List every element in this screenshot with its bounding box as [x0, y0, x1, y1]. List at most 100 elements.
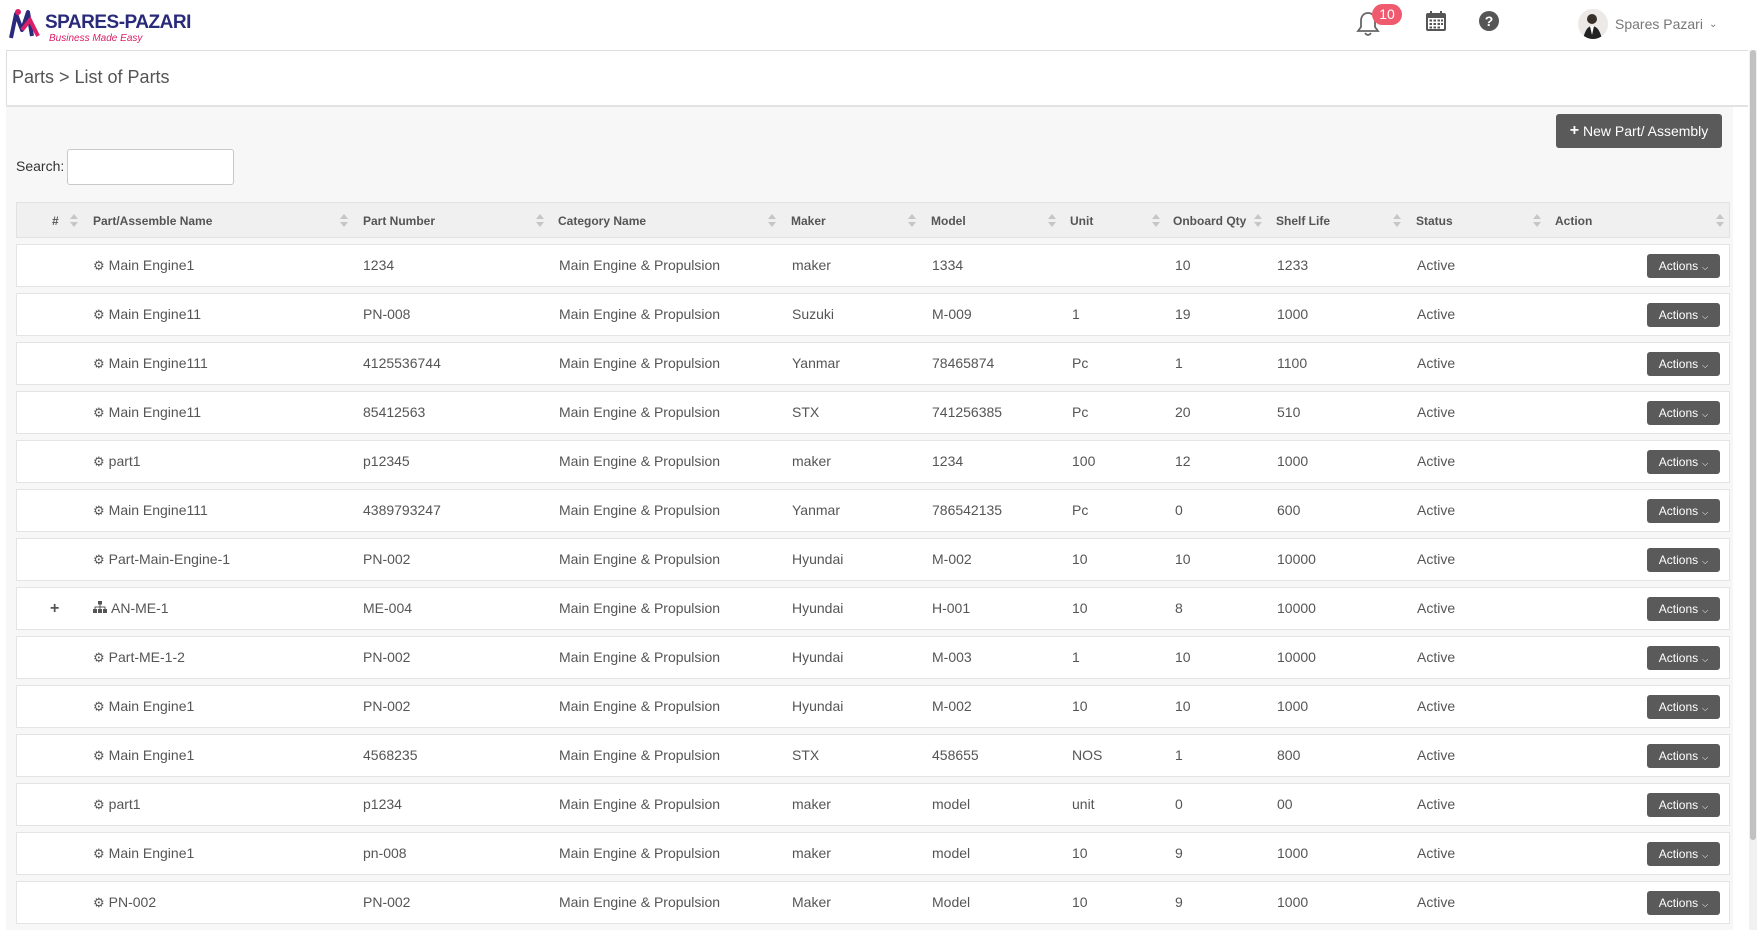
sort-icon[interactable] [1533, 214, 1541, 228]
actions-dropdown-button[interactable]: Actions ⌵ [1647, 695, 1720, 719]
cell-status: Active [1417, 600, 1456, 616]
chevron-down-icon: ⌵ [1702, 900, 1709, 909]
table-row: ⚙ Main Engine1 1234 Main Engine & Propulsio… [16, 244, 1730, 287]
actions-dropdown-button[interactable]: Actions ⌵ [1647, 646, 1720, 670]
column-header-action: Action [1555, 214, 1593, 228]
cell-maker: Yanmar [792, 502, 840, 518]
cell-shelf-life: 1233 [1277, 257, 1309, 273]
actions-dropdown-button[interactable]: Actions ⌵ [1647, 744, 1720, 768]
actions-dropdown-button[interactable]: Actions ⌵ [1647, 842, 1720, 866]
column-header-name[interactable]: Part/Assemble Name [93, 203, 212, 239]
cell-name: ⚙ Part-ME-1-2 [93, 637, 185, 678]
sort-icon[interactable] [536, 214, 544, 228]
cell-unit: Pc [1072, 404, 1089, 420]
sort-icon[interactable] [1048, 214, 1056, 228]
column-header-shelf-life[interactable]: Shelf Life [1276, 203, 1330, 239]
cell-name: ⚙ part1 [93, 441, 141, 482]
column-header-index[interactable]: # [52, 203, 59, 239]
cell-model: model [932, 796, 971, 812]
cell-shelf-life: 1000 [1277, 306, 1309, 322]
cell-maker: STX [792, 404, 820, 420]
sort-icon[interactable] [768, 214, 776, 228]
column-header-maker[interactable]: Maker [791, 203, 826, 239]
cell-status: Active [1417, 355, 1456, 371]
scrollbar-thumb[interactable] [1750, 50, 1756, 840]
cell-maker: maker [792, 796, 831, 812]
part-name: Main Engine1 [108, 698, 195, 714]
sort-icon[interactable] [908, 214, 916, 228]
actions-dropdown-button[interactable]: Actions ⌵ [1647, 499, 1720, 523]
cell-model: 741256385 [932, 404, 1003, 420]
table-row: ⚙ Main Engine1 4568235 Main Engine & Propul… [16, 734, 1730, 777]
cell-unit: NOS [1072, 747, 1103, 763]
actions-dropdown-button[interactable]: Actions ⌵ [1647, 891, 1720, 915]
actions-dropdown-button[interactable]: Actions ⌵ [1647, 450, 1720, 474]
part-name: Main Engine1 [108, 747, 195, 763]
table-row: ⚙ Main Engine11 85412563 Main Engine & Prop… [16, 391, 1730, 434]
cell-part-number: 4568235 [363, 747, 418, 763]
cell-unit: 100 [1072, 453, 1096, 469]
actions-dropdown-button[interactable]: Actions ⌵ [1647, 254, 1720, 278]
column-header-category[interactable]: Category Name [558, 203, 646, 239]
column-header-model[interactable]: Model [931, 203, 966, 239]
cell-part-number: 1234 [363, 257, 395, 273]
gear-icon: ⚙ [93, 503, 105, 518]
sort-icon[interactable] [70, 214, 78, 228]
column-header-part-number[interactable]: Part Number [363, 203, 435, 239]
sort-icon[interactable] [1152, 214, 1160, 228]
cell-status: Active [1417, 796, 1456, 812]
actions-dropdown-button[interactable]: Actions ⌵ [1647, 303, 1720, 327]
cell-part-number: p1234 [363, 796, 402, 812]
cell-name: ⚙ Main Engine1 [93, 245, 194, 286]
cell-part-number: ME-004 [363, 600, 413, 616]
cell-category: Main Engine & Propulsion [559, 257, 721, 273]
cell-name: ⚙ Main Engine111 [93, 343, 208, 384]
cell-name: ⚙ Main Engine1 [93, 833, 194, 874]
part-name: part1 [108, 453, 141, 469]
cell-onboard-qty: 10 [1175, 551, 1191, 567]
cell-category: Main Engine & Propulsion [559, 404, 721, 420]
column-header-onboard-qty[interactable]: Onboard Qty [1173, 203, 1246, 239]
actions-dropdown-button[interactable]: Actions ⌵ [1647, 548, 1720, 572]
calendar-icon[interactable] [1425, 10, 1447, 32]
actions-dropdown-button[interactable]: Actions ⌵ [1647, 401, 1720, 425]
column-header-unit[interactable]: Unit [1070, 203, 1093, 239]
column-header-status[interactable]: Status [1416, 203, 1453, 239]
chevron-down-icon: ⌵ [1702, 655, 1709, 664]
sort-icon[interactable] [1716, 214, 1724, 228]
cell-model: 78465874 [932, 355, 995, 371]
cell-maker: Hyundai [792, 551, 844, 567]
actions-dropdown-button[interactable]: Actions ⌵ [1647, 793, 1720, 817]
notification-count-badge[interactable]: 10 [1372, 4, 1402, 25]
help-icon[interactable]: ? [1478, 10, 1500, 32]
actions-label: Actions [1658, 896, 1699, 910]
search-input[interactable] [67, 149, 234, 185]
cell-status: Active [1417, 894, 1456, 910]
cell-category: Main Engine & Propulsion [559, 551, 721, 567]
actions-dropdown-button[interactable]: Actions ⌵ [1647, 597, 1720, 621]
cell-model: M-002 [932, 698, 972, 714]
sort-icon[interactable] [1254, 214, 1262, 228]
actions-label: Actions [1658, 259, 1699, 273]
table-row: ⚙ part1 p1234 Main Engine & Propulsion maker… [16, 783, 1730, 826]
cell-shelf-life: 1000 [1277, 453, 1309, 469]
new-part-assembly-button[interactable]: + New Part/ Assembly [1556, 114, 1722, 148]
cell-name: ⚙ Main Engine1 [93, 735, 194, 776]
actions-label: Actions [1658, 798, 1699, 812]
cell-part-number: PN-002 [363, 551, 411, 567]
gear-icon: ⚙ [93, 846, 105, 861]
cell-status: Active [1417, 306, 1456, 322]
actions-dropdown-button[interactable]: Actions ⌵ [1647, 352, 1720, 376]
app-logo[interactable]: SPARES-PAZARI Business Made Easy [8, 6, 191, 44]
part-name: Main Engine111 [108, 502, 208, 518]
cell-part-number: p12345 [363, 453, 410, 469]
expand-row-icon[interactable]: + [50, 588, 59, 629]
cell-part-number: 4125536744 [363, 355, 441, 371]
sort-icon[interactable] [340, 214, 348, 228]
actions-label: Actions [1658, 455, 1699, 469]
cell-name: ⚙ Main Engine111 [93, 490, 208, 531]
sort-icon[interactable] [1393, 214, 1401, 228]
user-menu[interactable]: Spares Pazari ⌄ [1578, 9, 1717, 39]
chevron-down-icon: ⌵ [1702, 459, 1709, 468]
actions-label: Actions [1658, 749, 1699, 763]
